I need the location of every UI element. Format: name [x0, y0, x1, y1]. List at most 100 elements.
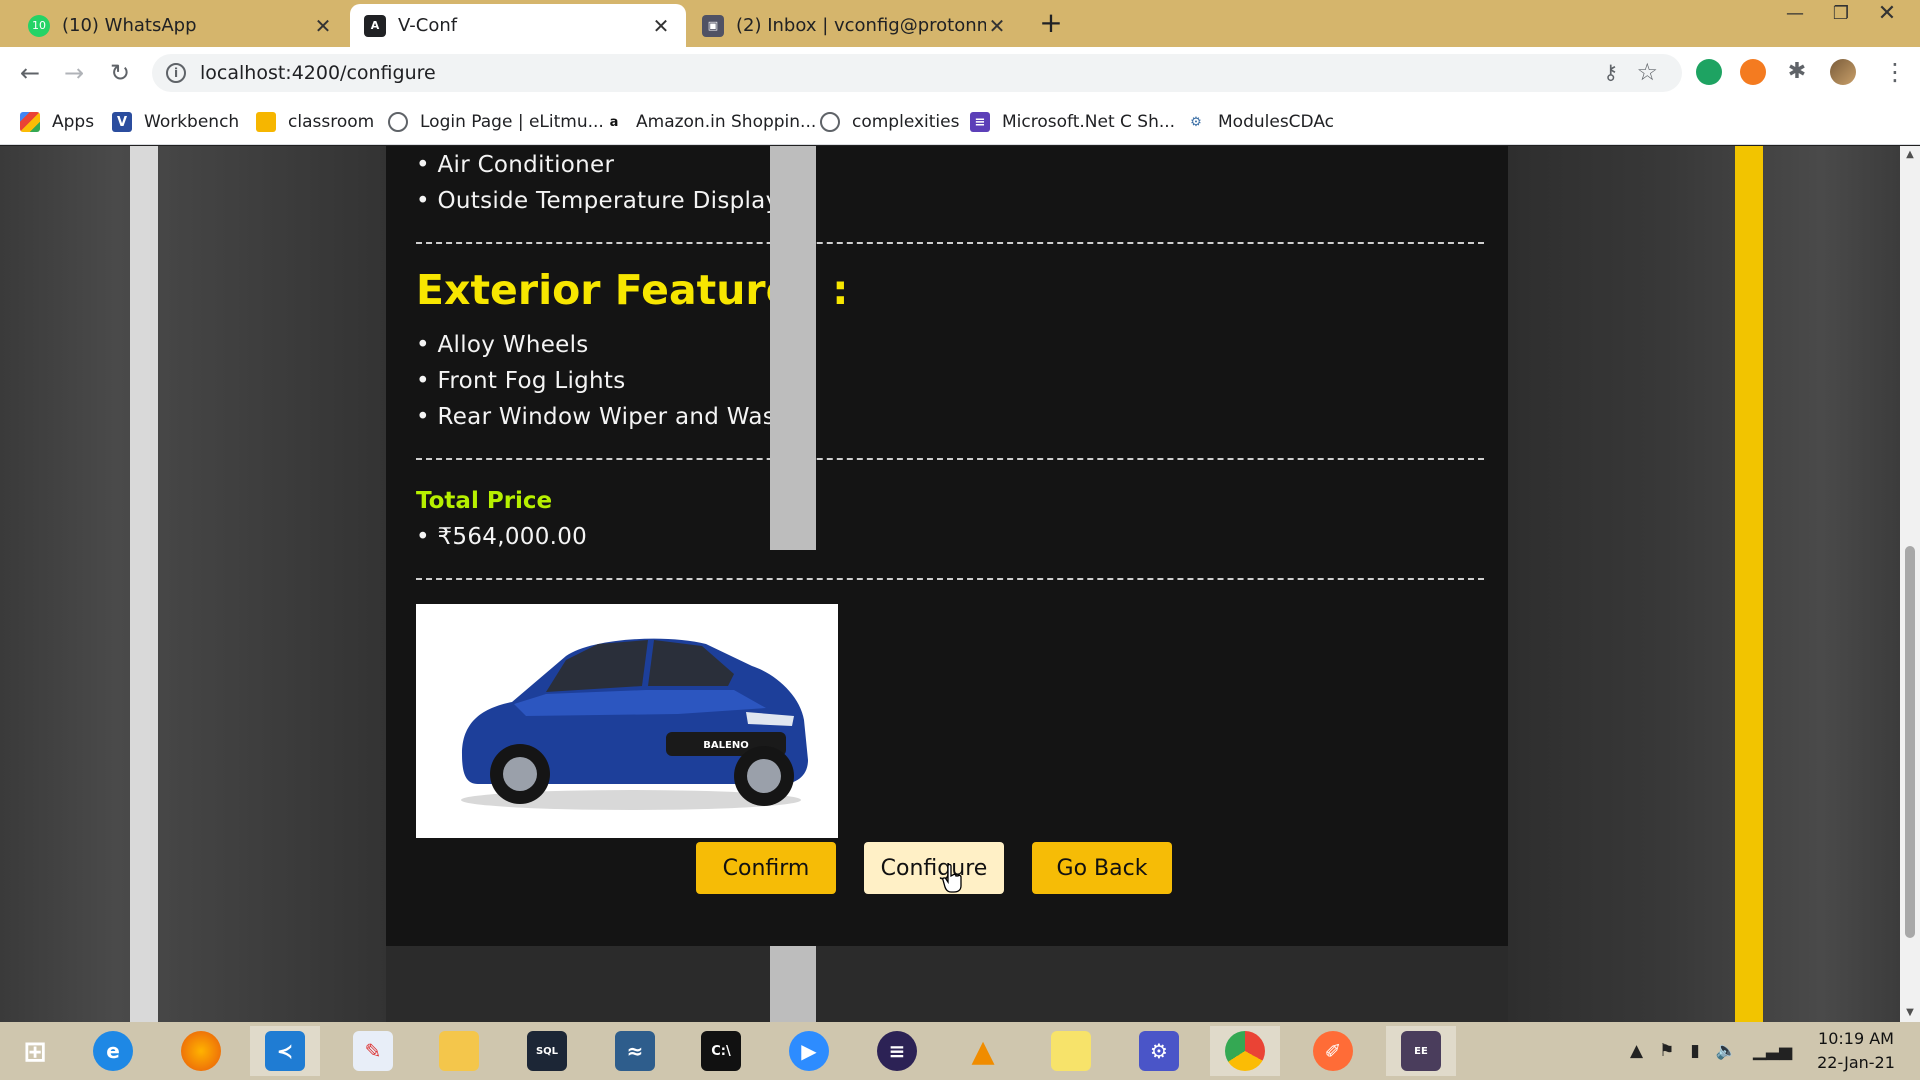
bookmark-workbench[interactable]: V Workbench — [112, 109, 239, 135]
action-flag-icon[interactable]: ⚑ — [1659, 1041, 1674, 1061]
close-tab-icon[interactable]: ✕ — [650, 14, 672, 38]
tab-title: (10) WhatsApp — [62, 15, 197, 36]
bookmark-complexities[interactable]: complexities — [820, 109, 959, 135]
new-tab-button[interactable]: + — [1036, 8, 1066, 38]
extension-orange-icon[interactable] — [1740, 59, 1766, 85]
site-info-icon[interactable]: i — [166, 63, 186, 83]
configuration-summary-card: • Air Conditioner • Outside Temperature … — [386, 146, 1508, 946]
paint-icon[interactable]: ✎ — [338, 1026, 408, 1076]
clock-time: 10:19 AM — [1818, 1029, 1894, 1048]
road-background-right — [1508, 146, 1900, 1022]
vscode-icon[interactable]: ≺ — [250, 1026, 320, 1076]
mysql-icon[interactable]: SQL — [512, 1026, 582, 1076]
tab-v-conf[interactable]: A V-Conf ✕ — [350, 4, 686, 47]
bookmark-apps[interactable]: Apps — [20, 109, 94, 135]
close-tab-icon[interactable]: ✕ — [312, 14, 334, 38]
volume-icon[interactable]: 🔈 — [1716, 1041, 1737, 1061]
reload-icon[interactable]: ↻ — [104, 57, 136, 89]
bookmark-microsoft-net[interactable]: ≡ Microsoft.Net C Sh... — [970, 109, 1175, 135]
tab-strip: 10 (10) WhatsApp ✕ A V-Conf ✕ ▣ (2) Inbo… — [0, 0, 1920, 47]
globe-icon — [388, 112, 408, 132]
amazon-icon: a — [604, 112, 624, 132]
bookmark-label: Amazon.in Shoppin... — [636, 112, 817, 132]
start-icon[interactable]: ⊞ — [0, 1026, 70, 1076]
mysql-workbench-icon[interactable]: ≈ — [600, 1026, 670, 1076]
chrome-icon[interactable] — [1210, 1026, 1280, 1076]
angular-icon: A — [364, 14, 386, 37]
system-clock[interactable]: 10:19 AM 22-Jan-21 — [1800, 1027, 1912, 1075]
scrollbar-thumb[interactable] — [1905, 546, 1915, 938]
bookmark-label: complexities — [852, 112, 960, 132]
bike-icon: ⚙ — [1186, 112, 1206, 132]
windows-taskbar: ⊞ e ≺ ✎ SQL ≈ C:\ ▶ ≡ ▲ ⚙ ✐ EE ▲ ⚑ ▮ 🔈 ▁… — [0, 1022, 1920, 1080]
configure-button[interactable]: Configure — [864, 842, 1004, 894]
page-scrollbar[interactable]: ▲ ▼ — [1900, 146, 1920, 1022]
road-background-left — [0, 146, 386, 1022]
java-ee-ide-icon[interactable]: EE — [1386, 1026, 1456, 1076]
battery-icon[interactable]: ▮ — [1690, 1041, 1699, 1061]
bookmark-label: Workbench — [144, 112, 240, 132]
terminal-icon[interactable]: C:\ — [686, 1026, 756, 1076]
section-divider — [416, 458, 1484, 460]
edge-ie-icon[interactable]: e — [78, 1026, 148, 1076]
file-explorer-icon[interactable] — [424, 1026, 494, 1076]
hand-cursor-icon — [942, 864, 962, 893]
protonmail-icon: ▣ — [702, 14, 724, 37]
url-text: localhost:4200/configure — [200, 62, 436, 84]
restore-icon[interactable]: ❐ — [1818, 0, 1864, 30]
bookmark-label: Microsoft.Net C Sh... — [1002, 112, 1176, 132]
bookmark-label: classroom — [288, 112, 375, 132]
close-window-icon[interactable]: ✕ — [1864, 0, 1910, 30]
tab-protonmail[interactable]: ▣ (2) Inbox | vconfig@protonmail.c ✕ — [688, 4, 1022, 47]
scroll-down-icon[interactable]: ▼ — [1900, 1004, 1920, 1022]
whatsapp-icon: 10 — [28, 14, 50, 37]
go-back-button[interactable]: Go Back — [1032, 842, 1172, 894]
minimize-icon[interactable]: — — [1772, 0, 1818, 30]
show-hidden-icons-icon[interactable]: ▲ — [1630, 1041, 1643, 1061]
apps-grid-icon — [20, 112, 40, 132]
forward-icon[interactable]: → — [58, 57, 90, 89]
classroom-icon — [256, 112, 276, 132]
bookmark-elitmus[interactable]: Login Page | eLitmu... — [388, 109, 604, 135]
section-divider — [416, 578, 1484, 580]
extension-green-icon[interactable] — [1696, 59, 1722, 85]
road-center-dash — [770, 146, 816, 550]
network-signal-icon[interactable]: ▁▃▅ — [1753, 1041, 1792, 1061]
bookmark-star-icon[interactable]: ☆ — [1636, 58, 1658, 86]
bookmark-modulescdac[interactable]: ⚙ ModulesCDAc — [1186, 109, 1334, 135]
road-yellow-line — [1735, 146, 1763, 1022]
v-icon: V — [112, 112, 132, 132]
scroll-up-icon[interactable]: ▲ — [1900, 146, 1920, 164]
clock-date: 22-Jan-21 — [1817, 1053, 1895, 1072]
total-price-label: Total Price — [416, 488, 553, 514]
address-bar[interactable]: i localhost:4200/configure ⚷ ☆ — [152, 54, 1682, 92]
tab-title: V-Conf — [398, 15, 458, 36]
browser-menu-icon[interactable]: ⋮ — [1880, 57, 1910, 87]
confirm-button[interactable]: Confirm — [696, 842, 836, 894]
settings-icon[interactable]: ⚙ — [1124, 1026, 1194, 1076]
bookmark-classroom[interactable]: classroom — [256, 109, 374, 135]
exterior-feature-item: • Rear Window Wiper and Washer — [416, 404, 815, 430]
car-image: BALENO — [416, 604, 838, 838]
exterior-feature-item: • Alloy Wheels — [416, 332, 589, 358]
tab-whatsapp[interactable]: 10 (10) WhatsApp ✕ — [14, 4, 348, 47]
sticky-notes-icon[interactable] — [1036, 1026, 1106, 1076]
eclipse-icon[interactable]: ≡ — [862, 1026, 932, 1076]
bookmarks-bar: Apps V Workbench classroom Login Page | … — [0, 99, 1920, 145]
total-price-value: • ₹564,000.00 — [416, 524, 588, 550]
globe-icon — [820, 112, 840, 132]
zoom-icon[interactable]: ▶ — [774, 1026, 844, 1076]
page-viewport: • Air Conditioner • Outside Temperature … — [0, 146, 1900, 1022]
back-icon[interactable]: ← — [14, 57, 46, 89]
system-tray: ▲ ⚑ ▮ 🔈 ▁▃▅ — [1630, 1030, 1792, 1072]
extensions-puzzle-icon[interactable]: ✱ — [1784, 59, 1810, 85]
bookmark-label: ModulesCDAc — [1218, 112, 1335, 132]
bookmark-amazon[interactable]: a Amazon.in Shoppin... — [604, 109, 816, 135]
profile-avatar[interactable] — [1830, 59, 1856, 85]
postman-icon[interactable]: ✐ — [1298, 1026, 1368, 1076]
vlc-icon[interactable]: ▲ — [948, 1026, 1018, 1076]
tab-title: (2) Inbox | vconfig@protonmail.c — [736, 15, 986, 36]
firefox-icon[interactable] — [166, 1026, 236, 1076]
password-key-icon[interactable]: ⚷ — [1603, 60, 1618, 84]
close-tab-icon[interactable]: ✕ — [986, 14, 1008, 38]
